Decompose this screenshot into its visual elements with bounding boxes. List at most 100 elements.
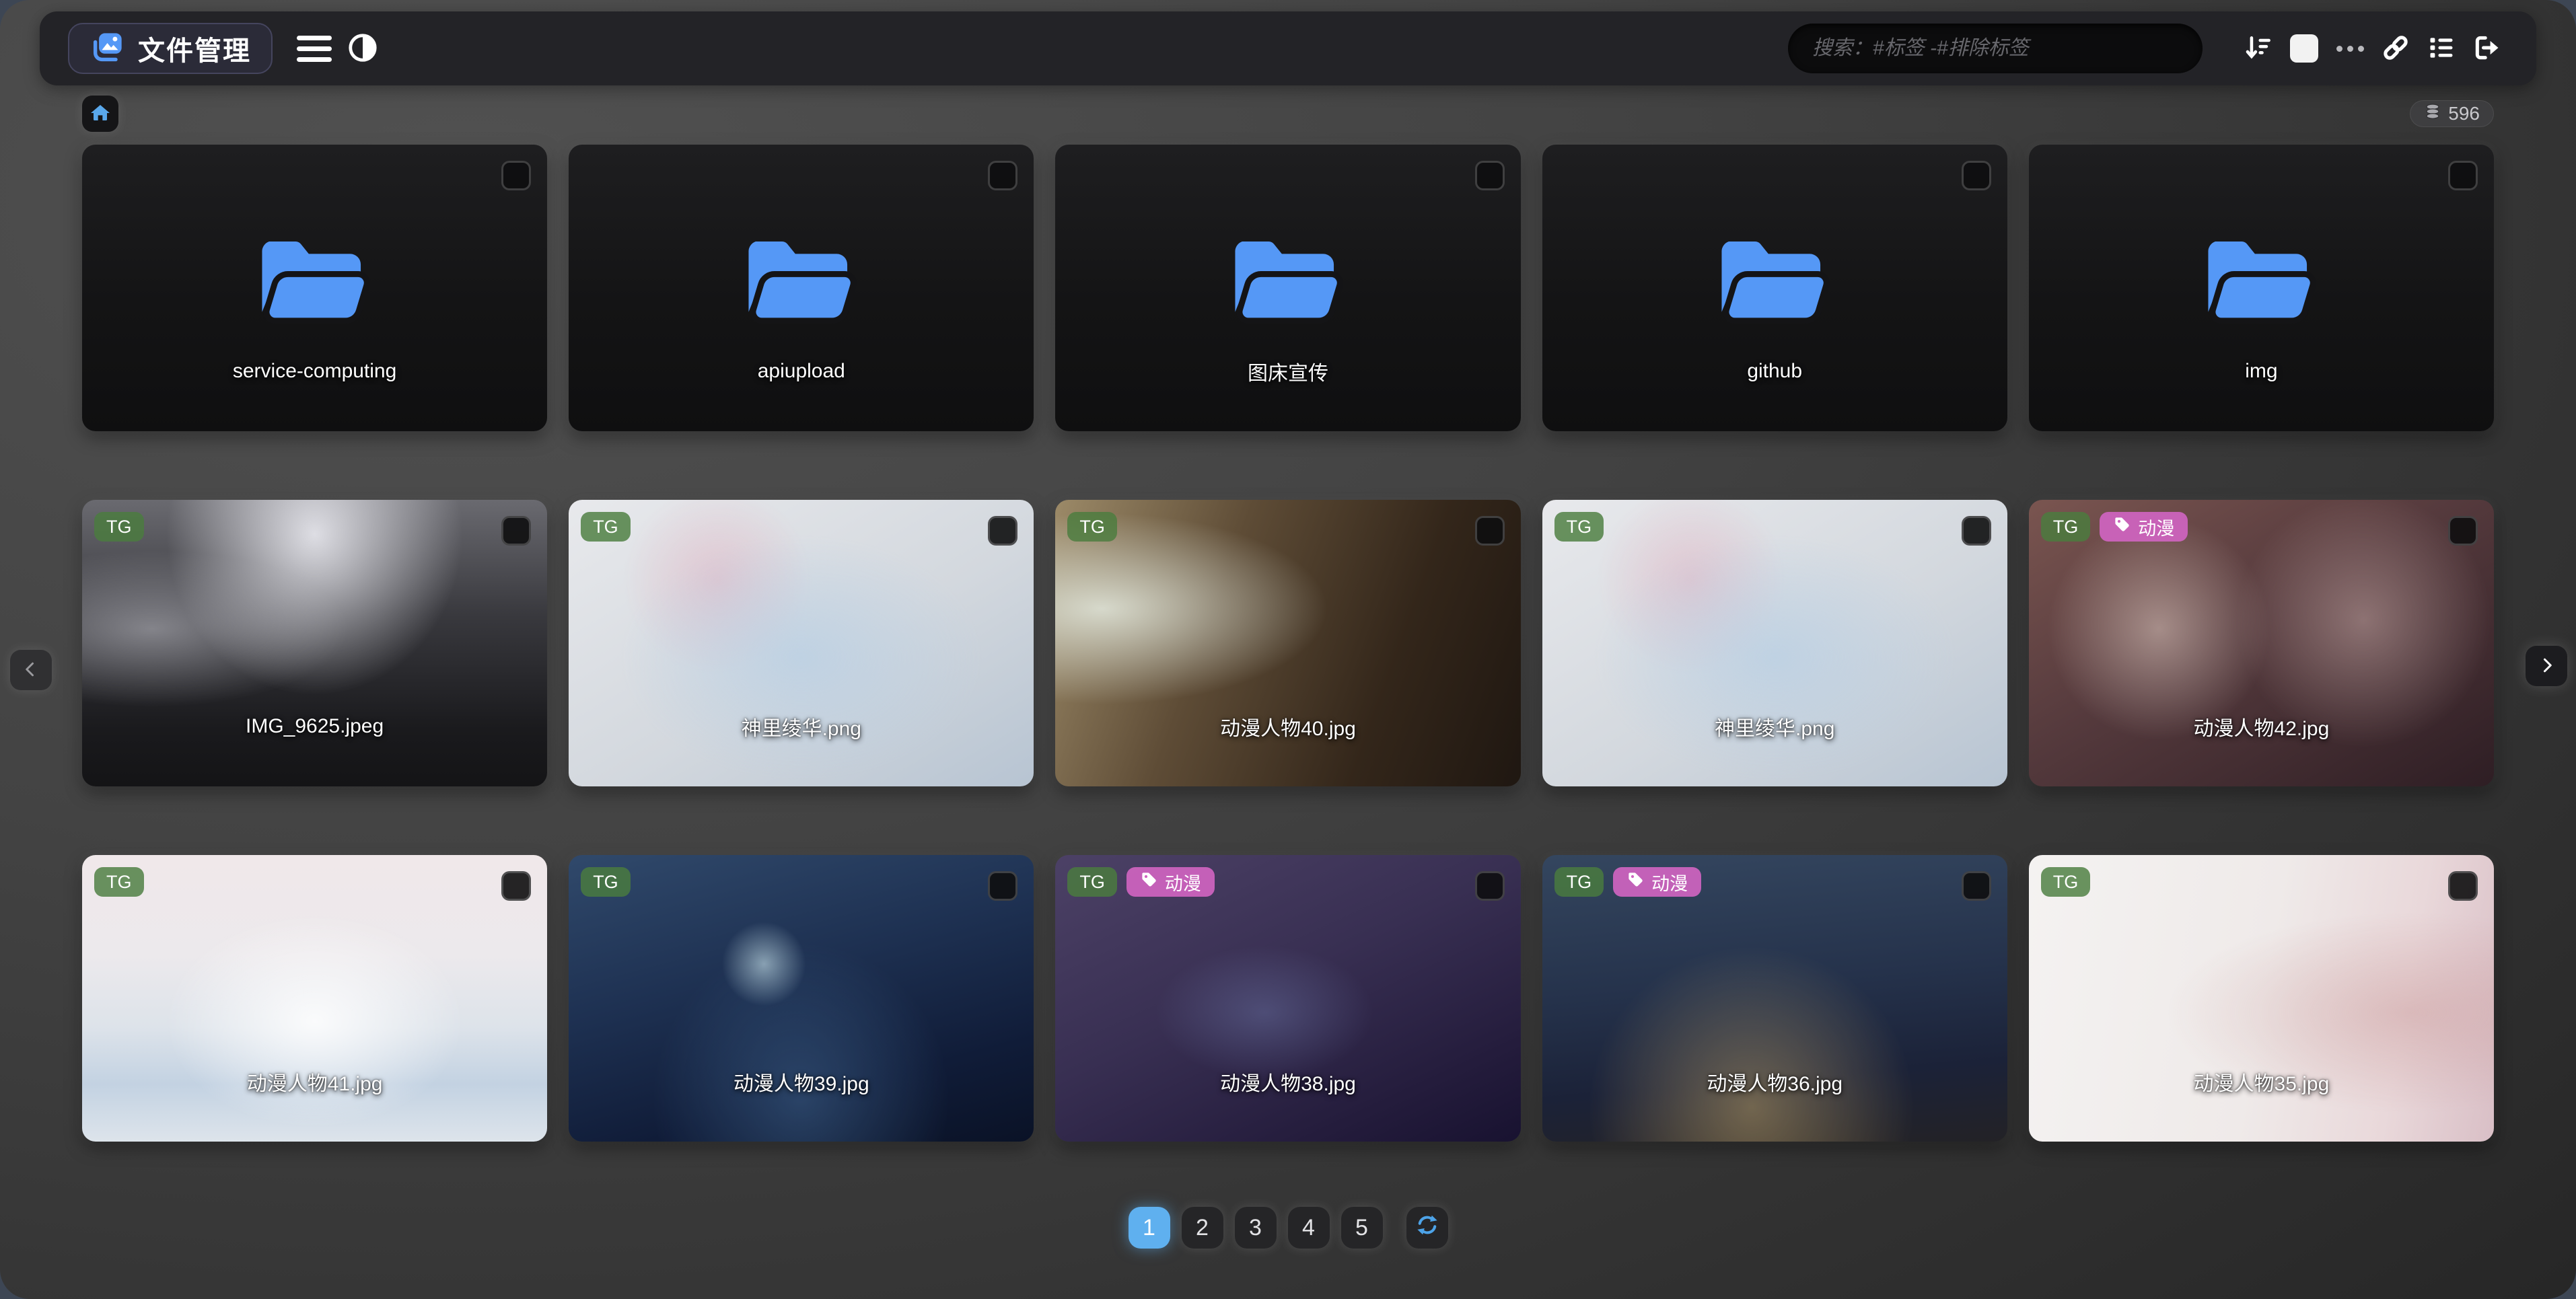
image-card[interactable]: TG 神里绫华.png <box>1542 500 2007 786</box>
image-card[interactable]: TG 动漫 动漫人物42.jpg <box>2029 500 2494 786</box>
logout-button[interactable] <box>2466 24 2508 73</box>
image-filename: 动漫人物35.jpg <box>2029 1067 2494 1097</box>
badge-row: TG <box>1067 512 1117 542</box>
badge-row: TG <box>581 512 631 542</box>
refresh-icon <box>1415 1213 1439 1243</box>
tag-badge[interactable]: 动漫 <box>1126 867 1215 897</box>
tg-badge: TG <box>2041 867 2091 897</box>
select-checkbox[interactable] <box>988 161 1017 190</box>
image-filename: 动漫人物39.jpg <box>569 1067 1034 1097</box>
image-filename: 动漫人物36.jpg <box>1542 1067 2007 1097</box>
folder-card[interactable]: apiupload <box>569 145 1034 431</box>
tg-badge: TG <box>1067 512 1117 542</box>
select-checkbox[interactable] <box>1962 161 1991 190</box>
select-checkbox[interactable] <box>501 871 531 901</box>
tg-badge: TG <box>2041 512 2091 542</box>
image-filename: 动漫人物41.jpg <box>82 1067 547 1097</box>
tag-icon <box>1140 870 1158 893</box>
file-count: 596 <box>2448 103 2480 124</box>
copy-link-button[interactable] <box>2375 24 2417 73</box>
image-card[interactable]: TG 神里绫华.png <box>569 500 1034 786</box>
page-button-4[interactable]: 4 <box>1288 1207 1330 1249</box>
select-checkbox[interactable] <box>2448 516 2478 546</box>
select-checkbox[interactable] <box>1475 516 1505 546</box>
select-mode-button[interactable] <box>2283 24 2325 73</box>
folder-card[interactable]: service-computing <box>82 145 547 431</box>
image-filename: IMG_9625.jpeg <box>82 715 547 738</box>
select-checkbox[interactable] <box>1475 871 1505 901</box>
select-checkbox[interactable] <box>501 161 531 190</box>
select-checkbox[interactable] <box>1962 516 1991 546</box>
page-button-1[interactable]: 1 <box>1129 1207 1170 1249</box>
tg-badge: TG <box>1554 867 1604 897</box>
tag-icon <box>1626 870 1645 893</box>
tag-label: 动漫 <box>2138 514 2174 540</box>
image-card[interactable]: TG IMG_9625.jpeg <box>82 500 547 786</box>
tag-badge[interactable]: 动漫 <box>2100 512 2188 542</box>
image-filename: 动漫人物40.jpg <box>1055 712 1520 741</box>
list-view-button[interactable] <box>2421 24 2462 73</box>
tg-badge: TG <box>1554 512 1604 542</box>
select-checkbox[interactable] <box>988 871 1017 901</box>
chevron-left-icon <box>21 659 41 681</box>
badge-row: TG <box>94 512 144 542</box>
tg-badge: TG <box>1067 867 1117 897</box>
folder-card[interactable]: 图床宣传 <box>1055 145 1520 431</box>
folder-name: img <box>2029 360 2494 383</box>
folder-icon <box>2201 233 2321 328</box>
app-logo-button[interactable]: 文件管理 <box>68 23 273 74</box>
tag-label: 动漫 <box>1165 869 1201 895</box>
home-button[interactable] <box>82 96 118 132</box>
badge-row: TG <box>1554 512 1604 542</box>
tag-icon <box>2113 515 2131 538</box>
chevron-right-icon <box>2536 655 2556 677</box>
select-checkbox[interactable] <box>2448 871 2478 901</box>
select-checkbox[interactable] <box>501 516 531 546</box>
image-thumbnail <box>569 500 1034 786</box>
more-button[interactable] <box>2329 24 2371 73</box>
select-checkbox[interactable] <box>2448 161 2478 190</box>
tg-badge: TG <box>581 867 631 897</box>
folder-grid: service-computing apiupload 图床宣传 <box>82 145 2494 431</box>
sort-button[interactable] <box>2238 24 2279 73</box>
app-background: 文件管理 <box>0 0 2576 1299</box>
folder-icon <box>1228 233 1348 328</box>
image-card[interactable]: TG 动漫人物39.jpg <box>569 855 1034 1142</box>
folder-card[interactable]: github <box>1542 145 2007 431</box>
image-filename: 动漫人物38.jpg <box>1055 1067 1520 1097</box>
list-icon <box>2427 33 2456 65</box>
tg-badge: TG <box>94 867 144 897</box>
image-card[interactable]: TG 动漫人物35.jpg <box>2029 855 2494 1142</box>
tg-badge: TG <box>94 512 144 542</box>
page-button-5[interactable]: 5 <box>1341 1207 1383 1249</box>
tag-badge[interactable]: 动漫 <box>1613 867 1701 897</box>
badge-row: TG 动漫 <box>1067 867 1215 897</box>
page-button-2[interactable]: 2 <box>1182 1207 1223 1249</box>
prev-page-arrow[interactable] <box>10 650 52 690</box>
pagination: 12345 <box>0 1207 2576 1249</box>
badge-row: TG <box>581 867 631 897</box>
image-card[interactable]: TG 动漫 动漫人物38.jpg <box>1055 855 1520 1142</box>
folder-name: github <box>1542 360 2007 383</box>
theme-toggle-button[interactable] <box>338 24 387 73</box>
contrast-icon <box>347 32 378 65</box>
next-page-arrow[interactable] <box>2526 646 2567 686</box>
badge-row: TG 动漫 <box>2041 512 2188 542</box>
page-button-3[interactable]: 3 <box>1235 1207 1277 1249</box>
select-checkbox[interactable] <box>1962 871 1991 901</box>
folder-card[interactable]: img <box>2029 145 2494 431</box>
folder-name: 图床宣传 <box>1055 357 1520 386</box>
select-square-icon <box>2290 34 2318 63</box>
folder-name: service-computing <box>82 360 547 383</box>
image-card[interactable]: TG 动漫人物40.jpg <box>1055 500 1520 786</box>
search-input[interactable] <box>1788 37 2203 60</box>
select-checkbox[interactable] <box>988 516 1017 546</box>
menu-button[interactable] <box>290 24 338 73</box>
image-card[interactable]: TG 动漫 动漫人物36.jpg <box>1542 855 2007 1142</box>
image-thumbnail <box>82 500 547 786</box>
image-thumbnail <box>1542 500 2007 786</box>
image-card[interactable]: TG 动漫人物41.jpg <box>82 855 547 1142</box>
refresh-button[interactable] <box>1406 1207 1448 1249</box>
select-checkbox[interactable] <box>1475 161 1505 190</box>
image-thumbnail <box>82 855 547 1142</box>
